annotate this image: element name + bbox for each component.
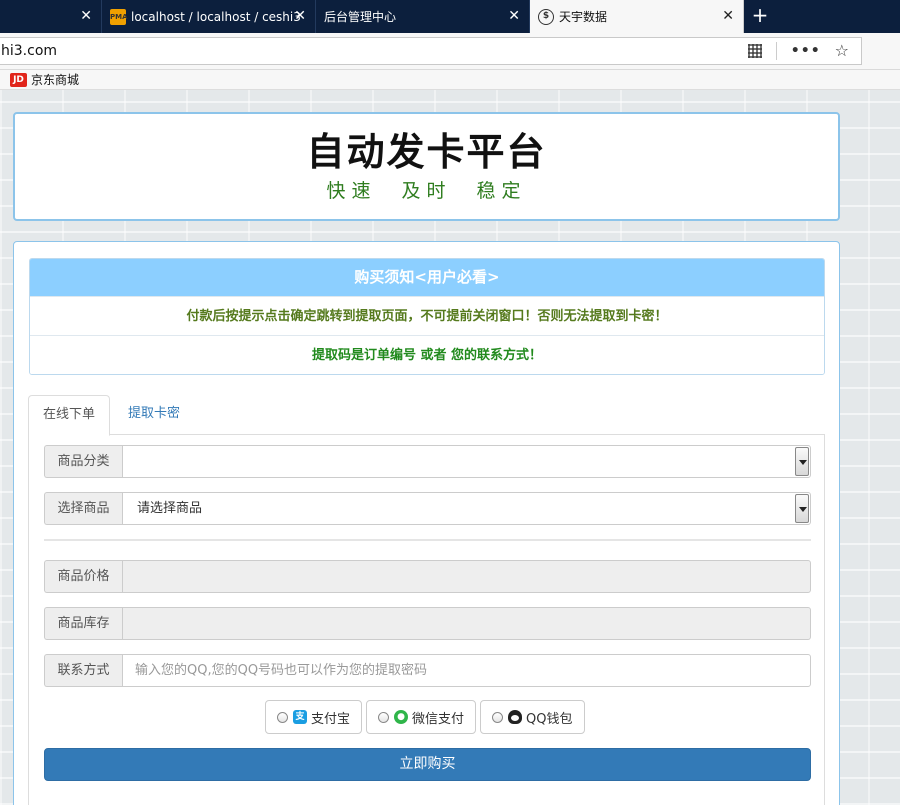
site-subtitle: 快速 及时 稳定 xyxy=(326,180,527,202)
alipay-label: 支付宝 xyxy=(311,711,351,727)
order-form: 商品分类 选择商品 请选择商品 商品价格 商品库存 联系方式 输入您的QQ,您的… xyxy=(28,435,825,805)
more-actions-icon[interactable]: ••• xyxy=(791,38,821,64)
divider xyxy=(775,42,777,60)
product-value: 请选择商品 xyxy=(137,501,203,516)
qq-label: QQ钱包 xyxy=(526,711,573,727)
new-tab-button[interactable]: + xyxy=(744,0,776,33)
price-field: 商品价格 xyxy=(44,560,811,593)
radio-button[interactable] xyxy=(378,711,390,723)
pay-wechat-option[interactable]: ● 微信支付 xyxy=(366,700,477,734)
bookmark-star-icon[interactable]: ☆ xyxy=(835,38,849,64)
browser-tabbar: ✕ PMA localhost / localhost / ceshi3 ✕ 后… xyxy=(0,0,900,33)
close-icon[interactable]: ✕ xyxy=(722,8,734,24)
price-input xyxy=(122,560,811,593)
stock-input xyxy=(122,607,811,640)
stock-field: 商品库存 xyxy=(44,607,811,640)
browser-tab-admin[interactable]: 后台管理中心 ✕ xyxy=(316,0,530,33)
contact-input[interactable]: 输入您的QQ,您的QQ号码也可以作为您的提取密码 xyxy=(122,654,811,687)
phpmyadmin-icon: PMA xyxy=(110,8,128,25)
qq-penguin-icon xyxy=(508,710,523,724)
close-icon[interactable]: ✕ xyxy=(80,8,92,24)
product-field: 选择商品 请选择商品 xyxy=(44,492,811,525)
tab-label: 天宇数据 xyxy=(559,10,608,24)
pay-alipay-option[interactable]: 支 支付宝 xyxy=(265,700,363,734)
order-tabs: 在线下单 提取卡密 xyxy=(28,395,825,436)
buy-now-button[interactable]: 立即购买 xyxy=(44,748,811,781)
jd-icon: JD xyxy=(10,72,27,87)
wechat-label: 微信支付 xyxy=(412,711,465,727)
contact-field: 联系方式 输入您的QQ,您的QQ号码也可以作为您的提取密码 xyxy=(44,654,811,687)
chevron-down-icon[interactable] xyxy=(795,447,809,476)
purchase-notice: 购买须知<用户必看> 付款后按提示点击确定跳转到提取页面，不可提前关闭窗口！否则… xyxy=(29,258,825,375)
tab-online-order[interactable]: 在线下单 xyxy=(28,395,111,436)
product-label: 选择商品 xyxy=(44,492,122,525)
close-icon[interactable]: ✕ xyxy=(294,8,306,24)
url-actions: ••• ☆ xyxy=(747,38,849,64)
notice-line-2: 提取码是订单编号 或者 您的联系方式！ xyxy=(30,335,824,374)
tab-label: localhost / localhost / ceshi3 xyxy=(131,9,301,24)
bookmarks-bar: JD 京东商城 xyxy=(0,70,900,90)
site-header: 自动发卡平台 快速 及时 稳定 xyxy=(13,112,840,221)
category-field: 商品分类 xyxy=(44,445,811,478)
radio-button[interactable] xyxy=(492,711,504,723)
pay-qq-option[interactable]: QQ钱包 xyxy=(480,700,585,734)
category-select[interactable] xyxy=(122,445,811,478)
browser-toolbar: hi3.com ••• ☆ xyxy=(0,33,900,70)
browser-tab-1[interactable]: ✕ xyxy=(0,0,102,33)
form-divider xyxy=(44,539,811,541)
bookmark-jd[interactable]: 京东商城 xyxy=(31,71,79,88)
tab-label: 后台管理中心 xyxy=(324,10,397,24)
site-title: 自动发卡平台 xyxy=(306,130,547,174)
browser-tab-tianyu[interactable]: $ 天宇数据 ✕ xyxy=(530,0,744,33)
order-panel: 购买须知<用户必看> 付款后按提示点击确定跳转到提取页面，不可提前关闭窗口！否则… xyxy=(13,241,840,805)
chevron-down-icon[interactable] xyxy=(795,494,809,523)
globe-data-icon: $ xyxy=(538,8,554,25)
url-text: hi3.com xyxy=(1,43,58,59)
product-select[interactable]: 请选择商品 xyxy=(122,492,811,525)
close-icon[interactable]: ✕ xyxy=(508,8,520,24)
wechat-icon: ● xyxy=(394,710,409,724)
alipay-icon: 支 xyxy=(293,710,307,724)
browser-tab-phpmyadmin[interactable]: PMA localhost / localhost / ceshi3 ✕ xyxy=(102,0,316,33)
payment-methods: 支 支付宝 ● 微信支付 QQ钱包 xyxy=(265,700,585,734)
notice-heading: 购买须知<用户必看> xyxy=(30,259,824,296)
stock-label: 商品库存 xyxy=(44,607,122,640)
address-bar[interactable]: hi3.com ••• ☆ xyxy=(0,37,862,65)
price-label: 商品价格 xyxy=(44,560,122,593)
tab-extract-card[interactable]: 提取卡密 xyxy=(114,395,194,435)
notice-line-1: 付款后按提示点击确定跳转到提取页面，不可提前关闭窗口！否则无法提取到卡密！ xyxy=(30,296,824,335)
contact-label: 联系方式 xyxy=(44,654,122,687)
radio-button[interactable] xyxy=(277,711,288,723)
category-label: 商品分类 xyxy=(44,445,122,478)
qr-code-icon[interactable] xyxy=(747,44,762,58)
